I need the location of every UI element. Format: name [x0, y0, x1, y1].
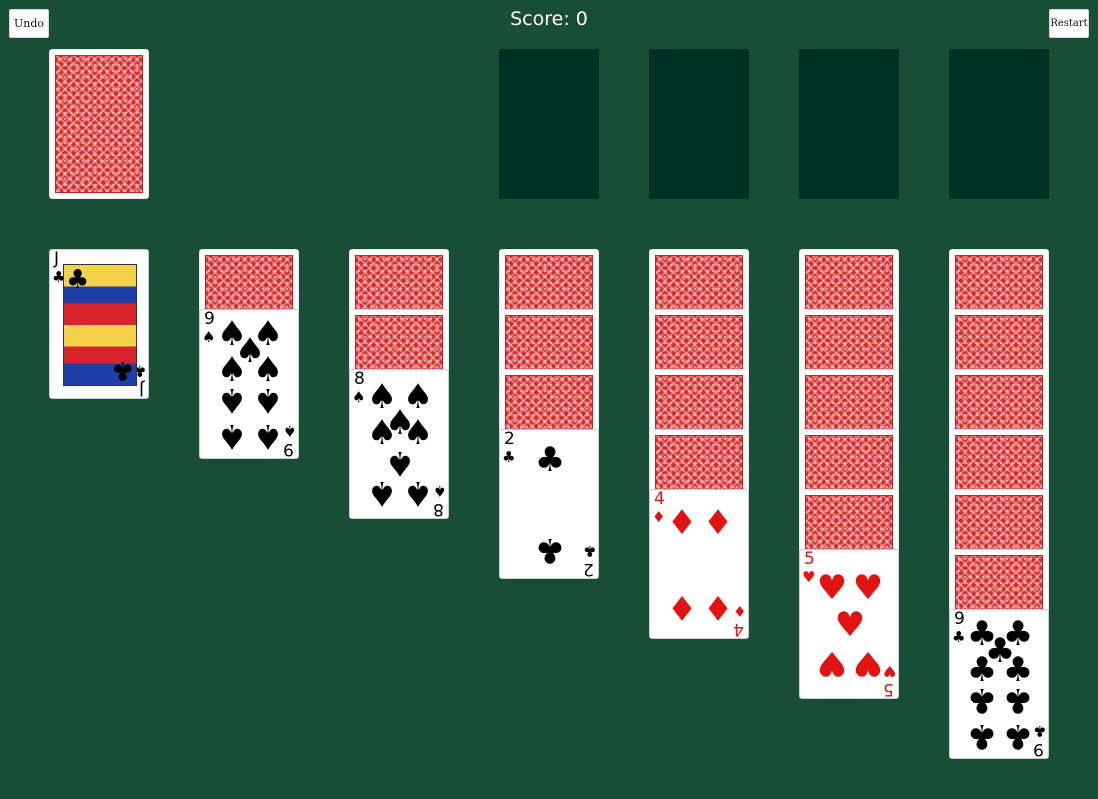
face-up-card[interactable]: 4 ♦ 4 ♦ ♦ ♦ ♦ ♦ [649, 489, 749, 639]
card-pip: ♠ [216, 380, 248, 420]
foundation-slot-1[interactable] [499, 49, 599, 199]
undo-button[interactable]: Undo [9, 9, 49, 38]
score-display: Score: 0 [510, 8, 588, 30]
card-rank-top: 5 [804, 549, 815, 569]
card-pip: ♥ [852, 567, 884, 608]
card-rank-top: 9 [204, 309, 215, 329]
card-rank-top: 8 [354, 369, 365, 389]
card-rank-top: J [54, 249, 60, 269]
jack-portrait-art: ♣ ♣ [63, 264, 137, 386]
card-rank-top: 9 [954, 609, 965, 629]
face-up-card[interactable]: J ♣ J ♣ ♣ ♣ [49, 249, 149, 399]
card-suit-top: ♦ [652, 508, 666, 526]
stock-pile[interactable] [49, 49, 149, 199]
card-rank-top: 2 [504, 429, 515, 449]
card-pip: ♦ [702, 503, 734, 543]
card-suit-top: ♣ [952, 628, 966, 646]
card-pip: ♠ [402, 473, 434, 513]
card-suit-bottom: ♣ [582, 542, 596, 560]
face-up-card[interactable]: 8 ♠ 8 ♠ ♠ ♠ ♠ ♠ ♠ ♠ ♠ ♠ [349, 369, 449, 519]
face-up-card[interactable]: 9 ♣ 9 ♣ ♣ ♣ ♣ ♣ ♣ ♣ ♣ ♣ ♣ [949, 609, 1049, 759]
card-back-art [55, 55, 143, 193]
face-up-card[interactable]: 9 ♠ 9 ♠ ♠ ♠ ♠ ♠ ♠ ♠ ♠ ♠ ♠ [199, 309, 299, 459]
card-pip: ♠ [252, 380, 284, 420]
card-pip: ♥ [834, 605, 866, 645]
card-pip: ♣ [534, 530, 566, 570]
card-pip: ♥ [816, 567, 848, 608]
restart-button[interactable]: Restart [1049, 9, 1089, 38]
card-suit-top: ♠ [352, 388, 366, 406]
card-pip: ♠ [366, 473, 398, 513]
card-pip: ♥ [816, 642, 848, 683]
club-icon: ♣ [66, 265, 90, 295]
face-up-card[interactable]: 2 ♣ 2 ♣ ♣ ♣ [499, 429, 599, 579]
face-up-card[interactable]: 5 ♥ 5 ♥ ♥ ♥ ♥ ♥ ♥ [799, 549, 899, 699]
card-rank-bottom: 5 [883, 679, 894, 699]
card-pip: ♠ [252, 416, 284, 456]
card-suit-top: ♠ [202, 328, 216, 346]
card-pip: ♦ [666, 587, 698, 627]
card-rank-bottom: 2 [583, 559, 594, 579]
foundation-slot-3[interactable] [799, 49, 899, 199]
club-icon: ♣ [110, 355, 134, 385]
card-pip: ♣ [966, 716, 998, 756]
card-pip: ♣ [534, 440, 566, 480]
card-pip: ♣ [966, 680, 998, 720]
card-pip: ♦ [702, 587, 734, 627]
card-rank-top: 4 [654, 489, 665, 509]
card-pip: ♥ [852, 642, 884, 683]
card-suit-top: ♥ [802, 568, 816, 586]
card-pip: ♦ [666, 503, 698, 543]
card-suit-top: ♣ [502, 448, 516, 466]
card-rank-bottom: J [138, 379, 144, 399]
card-pip: ♠ [216, 416, 248, 456]
foundation-slot-2[interactable] [649, 49, 749, 199]
card-pip: ♣ [1002, 680, 1034, 720]
card-pip: ♣ [1002, 716, 1034, 756]
foundation-slot-4[interactable] [949, 49, 1049, 199]
